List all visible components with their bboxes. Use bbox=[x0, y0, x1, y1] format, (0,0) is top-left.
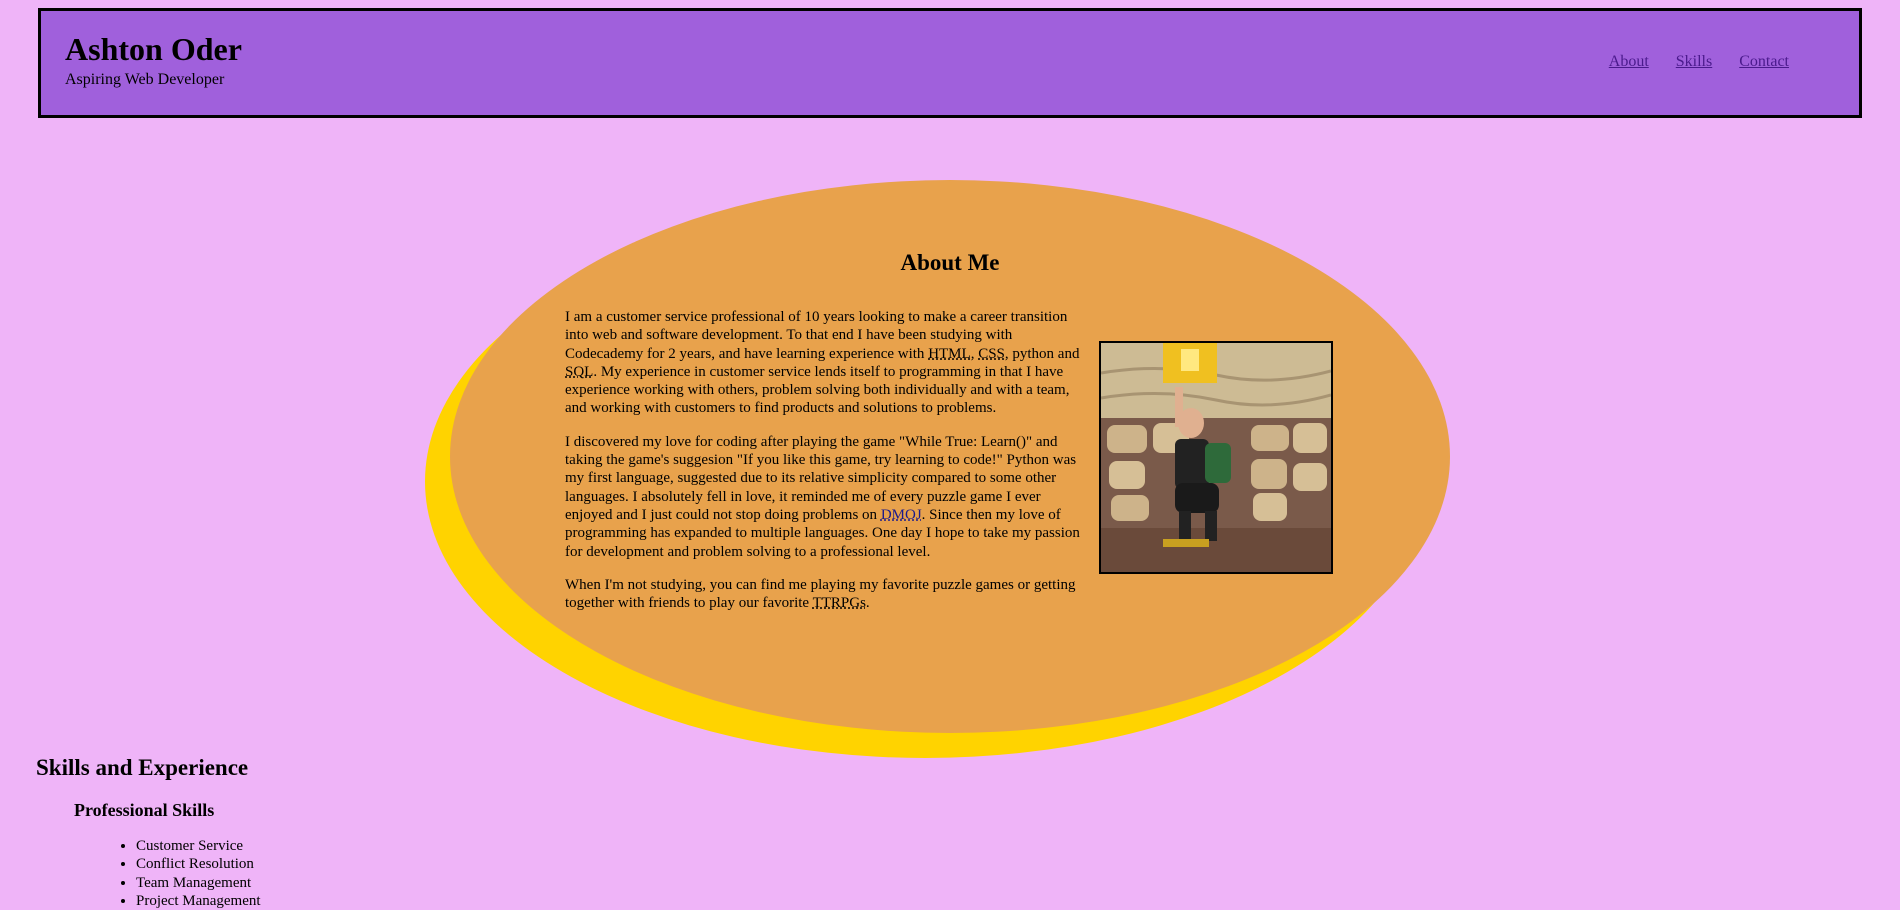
about-heading: About Me bbox=[900, 250, 1000, 275]
skill-item: Customer Service bbox=[136, 837, 261, 855]
skill-item: Project Management bbox=[136, 892, 261, 910]
about-paragraph-3: When I'm not studying, you can find me p… bbox=[565, 576, 1085, 613]
skill-item: Team Management bbox=[136, 874, 261, 892]
about-p3-text-b: . bbox=[865, 595, 870, 612]
site-name: Ashton Oder bbox=[65, 31, 242, 67]
skills-heading: Skills and Experience bbox=[36, 755, 249, 780]
site-header: Ashton Oder Aspiring Web Developer About… bbox=[38, 8, 1862, 118]
skill-item: Conflict Resolution bbox=[136, 855, 261, 873]
about-text: I am a customer service professional of … bbox=[565, 308, 1085, 627]
main-nav: About Skills Contact bbox=[1609, 53, 1789, 71]
dmoj-link[interactable]: DMOJ bbox=[881, 507, 922, 523]
professional-skills-heading: Professional Skills bbox=[74, 800, 215, 820]
about-p1-text-c: , python and bbox=[1004, 345, 1080, 362]
abbr-css: CSS bbox=[978, 345, 1005, 362]
professional-skills-list: Customer Service Conflict Resolution Tea… bbox=[96, 837, 261, 910]
nav-link-about[interactable]: About bbox=[1609, 53, 1649, 71]
abbr-sql: SQL bbox=[565, 363, 594, 380]
profile-photo bbox=[1099, 341, 1333, 574]
site-tagline: Aspiring Web Developer bbox=[65, 71, 225, 88]
nav-link-contact[interactable]: Contact bbox=[1739, 53, 1789, 71]
about-p1-text-d: . My experience in customer service lend… bbox=[565, 363, 1070, 417]
about-paragraph-2: I discovered my love for coding after pl… bbox=[565, 433, 1085, 561]
about-paragraph-1: I am a customer service professional of … bbox=[565, 308, 1085, 418]
abbr-ttrpgs: TTRPGs bbox=[812, 595, 866, 612]
abbr-html: HTML bbox=[928, 345, 971, 362]
profile-photo-illustration bbox=[1101, 343, 1331, 572]
nav-link-skills[interactable]: Skills bbox=[1676, 53, 1712, 71]
